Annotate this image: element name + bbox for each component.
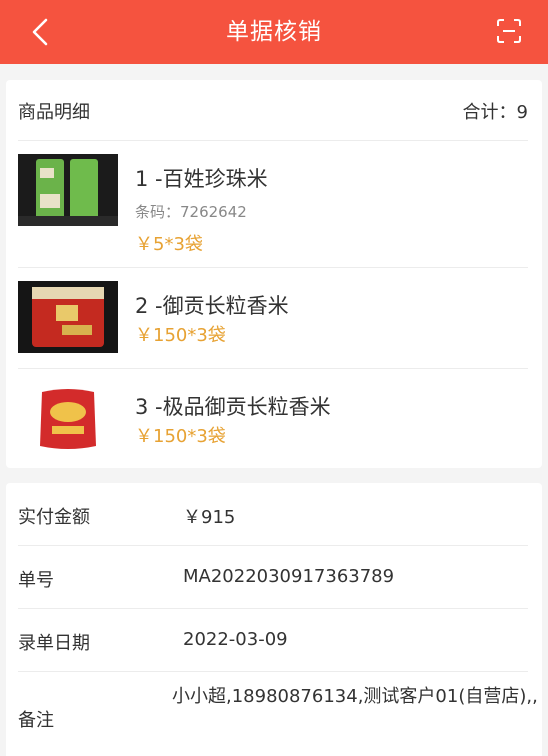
- item-price: ￥150*3袋: [135, 426, 226, 447]
- order-number-row: 单号 MA2022030917363789: [18, 546, 528, 609]
- goods-item[interactable]: 2 -御贡长粒香米 ￥150*3袋: [18, 268, 528, 369]
- entry-date-value: 2022-03-09: [183, 629, 288, 650]
- entry-date-row: 录单日期 2022-03-09: [18, 609, 528, 672]
- paid-amount-value: ￥915: [183, 507, 236, 528]
- remark-value: 小小超,18980876134,测试客户01(自营店),,: [172, 686, 538, 707]
- order-number-label: 单号: [18, 570, 54, 591]
- scan-icon: [497, 19, 521, 43]
- item-name: 1 -百姓珍珠米: [135, 167, 268, 191]
- product-image: [18, 382, 118, 454]
- goods-card: 商品明细 合计：9 1 -百姓珍珠米 条码：7262642 ￥5*3袋 2 -御…: [6, 80, 542, 468]
- product-image: [18, 281, 118, 353]
- item-barcode: 条码：7262642: [135, 203, 247, 221]
- goods-section-label: 商品明细: [18, 102, 90, 123]
- product-image: [18, 154, 118, 226]
- item-price: ￥150*3袋: [135, 325, 226, 346]
- order-details-card: 实付金额 ￥915 单号 MA2022030917363789 录单日期 202…: [6, 483, 542, 756]
- entry-date-label: 录单日期: [18, 633, 90, 654]
- goods-item[interactable]: 3 -极品御贡长粒香米 ￥150*3袋: [18, 369, 528, 468]
- item-price: ￥5*3袋: [135, 234, 203, 255]
- goods-total: 合计：9: [462, 102, 528, 123]
- paid-amount-row: 实付金额 ￥915: [18, 483, 528, 546]
- item-name: 2 -御贡长粒香米: [135, 294, 289, 318]
- item-name: 3 -极品御贡长粒香米: [135, 395, 331, 419]
- remark-label: 备注: [18, 710, 54, 731]
- page-title: 单据核销: [226, 19, 322, 45]
- remark-row: 备注 小小超,18980876134,测试客户01(自营店),,: [18, 672, 538, 756]
- app-header: 单据核销: [0, 0, 548, 64]
- paid-amount-label: 实付金额: [18, 507, 90, 528]
- goods-header: 商品明细 合计：9: [18, 80, 528, 141]
- scan-button[interactable]: [496, 18, 522, 44]
- order-number-value: MA2022030917363789: [183, 566, 395, 587]
- goods-item[interactable]: 1 -百姓珍珠米 条码：7262642 ￥5*3袋: [18, 141, 528, 268]
